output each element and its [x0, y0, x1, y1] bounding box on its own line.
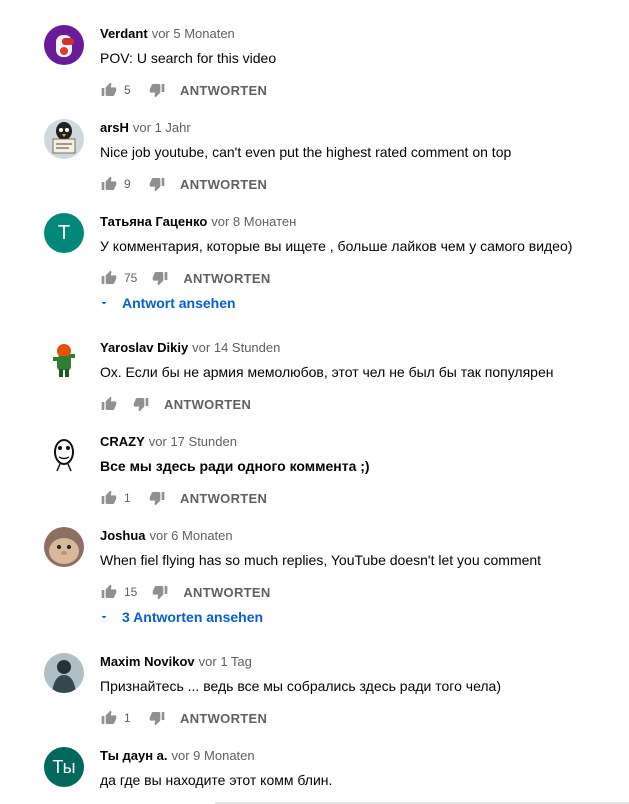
avatar[interactable] [44, 433, 84, 473]
view-replies-button[interactable]: 3 Antworten ansehen [98, 609, 263, 625]
like-count: 1 [124, 711, 131, 725]
avatar[interactable]: Ты [44, 747, 84, 787]
avatar[interactable]: T [44, 213, 84, 253]
avatar[interactable] [44, 25, 84, 65]
comment-time[interactable]: vor 1 Jahr [133, 120, 191, 135]
comment-actions: 15 ANTWORTEN [100, 580, 271, 604]
comment-text: POV: U search for this video [100, 50, 277, 66]
comment-author[interactable]: CRAZY [100, 434, 145, 449]
avatar-letter: Ты [52, 756, 76, 777]
comment-time[interactable]: vor 5 Monaten [152, 26, 235, 41]
like-count: 9 [124, 177, 131, 191]
like-count: 1 [124, 491, 131, 505]
comment-author[interactable]: Joshua [100, 528, 146, 543]
comment-text: да где вы находите этот комм блин. [100, 772, 333, 788]
reply-button[interactable]: ANTWORTEN [180, 491, 267, 506]
reply-button[interactable]: ANTWORTEN [180, 711, 267, 726]
comment-time[interactable]: vor 6 Monaten [150, 528, 233, 543]
comment-text: У комментария, которые вы ищете , больше… [100, 238, 573, 254]
like-count: 75 [124, 271, 138, 285]
comment-header: Татьяна Гаценко vor 8 Монатен [100, 213, 296, 231]
comment-header: Verdant vor 5 Monaten [100, 25, 235, 43]
comment-author[interactable]: Verdant [100, 26, 148, 41]
dislike-icon[interactable] [151, 583, 169, 601]
avatar[interactable] [44, 339, 84, 379]
comment-header: Ты даун а. vor 9 Monaten [100, 747, 255, 765]
comment-text: Признайтесь ... ведь все мы собрались зд… [100, 678, 502, 694]
avatar[interactable] [44, 527, 84, 567]
reply-button[interactable]: ANTWORTEN [183, 271, 270, 286]
like-icon[interactable] [100, 583, 118, 601]
comment-time[interactable]: vor 1 Tag [199, 654, 252, 669]
like-icon[interactable] [100, 175, 118, 193]
like-icon[interactable] [100, 81, 118, 99]
comment-actions: 1 ANTWORTEN [100, 706, 267, 730]
comment-text: Все мы здесь ради одного коммента ;) [100, 458, 370, 474]
doodle-face-avatar-icon [44, 433, 84, 473]
dislike-icon[interactable] [148, 175, 166, 193]
reply-button[interactable]: ANTWORTEN [183, 585, 270, 600]
comment-author[interactable]: Ты даун а. [100, 748, 168, 763]
avatar[interactable] [44, 119, 84, 159]
avatar[interactable] [44, 653, 84, 693]
like-icon[interactable] [100, 709, 118, 727]
comment-actions: 5 ANTWORTEN [100, 78, 267, 102]
like-count: 15 [124, 585, 138, 599]
reply-button[interactable]: ANTWORTEN [180, 177, 267, 192]
dislike-icon[interactable] [148, 489, 166, 507]
comment-time[interactable]: vor 8 Монатен [211, 214, 296, 229]
dislike-icon[interactable] [148, 81, 166, 99]
comment-time[interactable]: vor 17 Stunden [149, 434, 237, 449]
like-icon[interactable] [100, 269, 118, 287]
reply-button[interactable]: ANTWORTEN [180, 83, 267, 98]
chevron-down-icon [101, 616, 107, 619]
view-replies-button[interactable]: Antwort ansehen [98, 295, 236, 311]
view-replies-label: 3 Antworten ansehen [122, 609, 264, 625]
dislike-icon[interactable] [148, 709, 166, 727]
dislike-icon[interactable] [151, 269, 169, 287]
comment-actions: 9 ANTWORTEN [100, 172, 267, 196]
comment-header: Yaroslav Dikiy vor 14 Stunden [100, 339, 280, 357]
amongus-avatar-icon [44, 25, 84, 65]
chevron-down-icon [101, 302, 107, 305]
like-icon[interactable] [100, 395, 118, 413]
comment-text: Nice job youtube, can't even put the hig… [100, 144, 512, 160]
like-icon[interactable] [100, 489, 118, 507]
avatar-letter: T [57, 221, 71, 244]
comment-header: Maxim Novikov vor 1 Tag [100, 653, 252, 671]
comment-text: Ох. Если бы не армия мемолюбов, этот чел… [100, 364, 554, 380]
comment-actions: 75 ANTWORTEN [100, 266, 271, 290]
comment-header: CRAZY vor 17 Stunden [100, 433, 237, 451]
like-count: 5 [124, 83, 131, 97]
comment-time[interactable]: vor 14 Stunden [192, 340, 280, 355]
hamster-avatar-icon [44, 527, 84, 567]
dark-figure-avatar-icon [44, 653, 84, 693]
green-character-avatar-icon [44, 339, 84, 379]
comment-header: Joshua vor 6 Monaten [100, 527, 233, 545]
comment-author[interactable]: Yaroslav Dikiy [100, 340, 188, 355]
comment-actions: 1 ANTWORTEN [100, 486, 267, 510]
comment-actions: ANTWORTEN [100, 392, 251, 416]
penguin-sign-avatar-icon [44, 119, 84, 159]
view-replies-label: Antwort ansehen [122, 295, 236, 311]
dislike-icon[interactable] [132, 395, 150, 413]
comment-header: arsH vor 1 Jahr [100, 119, 191, 137]
comment-text: When fiel flying has so much replies, Yo… [100, 552, 542, 568]
comment-author[interactable]: Maxim Novikov [100, 654, 195, 669]
comment-author[interactable]: arsH [100, 120, 129, 135]
comment-author[interactable]: Татьяна Гаценко [100, 214, 207, 229]
comment-time[interactable]: vor 9 Monaten [172, 748, 255, 763]
reply-button[interactable]: ANTWORTEN [164, 397, 251, 412]
